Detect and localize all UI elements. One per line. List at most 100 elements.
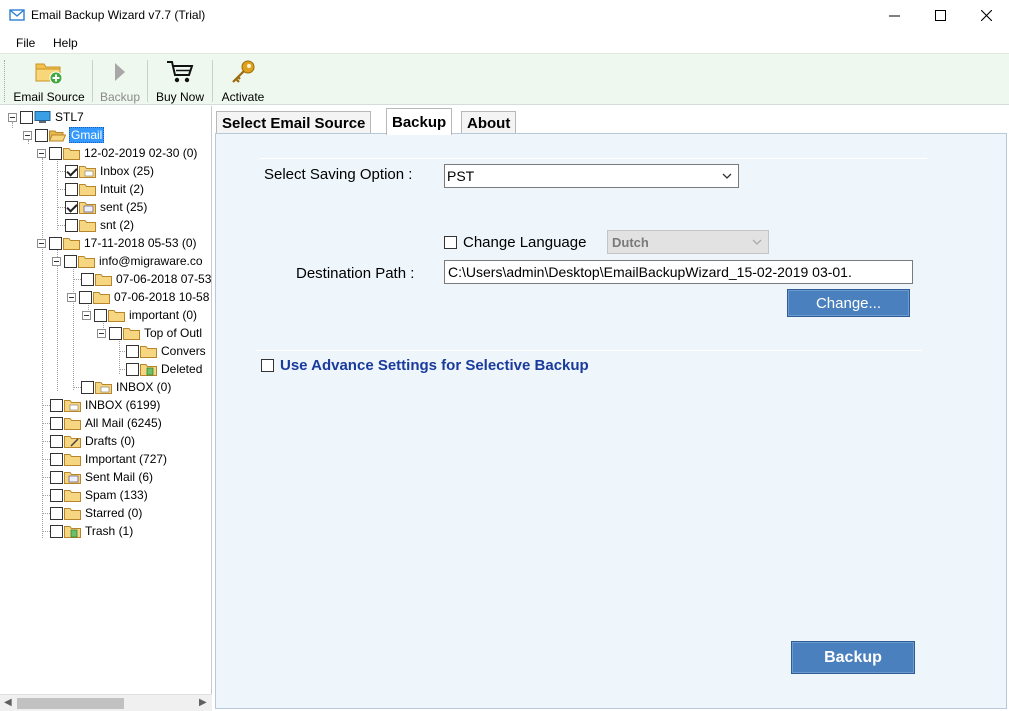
email-source-button[interactable]: Email Source bbox=[13, 58, 85, 104]
tree-node-inbox[interactable]: INBOX (0) bbox=[81, 378, 172, 396]
folder-icon bbox=[95, 273, 112, 286]
tree-node-folder[interactable]: 07-06-2018 07-53 bbox=[81, 270, 211, 288]
tree-node-gmail[interactable]: Gmail bbox=[23, 126, 105, 144]
maximize-button[interactable] bbox=[917, 0, 963, 31]
saving-option-select[interactable]: PST bbox=[444, 164, 739, 188]
tree-checkbox[interactable] bbox=[49, 236, 62, 250]
change-language-checkbox[interactable] bbox=[444, 236, 457, 249]
folder-icon bbox=[64, 507, 81, 520]
tree-checkbox[interactable] bbox=[81, 272, 94, 286]
tree-checkbox[interactable] bbox=[20, 110, 33, 124]
tree-node-account[interactable]: info@migraware.co bbox=[52, 252, 204, 270]
tree-checkbox[interactable] bbox=[109, 326, 122, 340]
scrollbar-thumb[interactable] bbox=[17, 698, 124, 709]
destination-path-input[interactable]: C:\Users\admin\Desktop\EmailBackupWizard… bbox=[444, 260, 913, 284]
tree-checkbox[interactable] bbox=[50, 488, 63, 502]
collapse-toggle[interactable] bbox=[82, 310, 91, 320]
tree-checkbox[interactable] bbox=[94, 308, 107, 322]
folder-icon bbox=[108, 309, 125, 322]
tree-node-inbox[interactable]: INBOX (6199) bbox=[50, 396, 161, 414]
tree-node-folder[interactable]: Intuit (2) bbox=[65, 180, 145, 198]
scroll-left-icon[interactable]: ◀ bbox=[4, 697, 12, 708]
tree-checkbox[interactable] bbox=[50, 506, 63, 520]
tree-checkbox[interactable] bbox=[50, 470, 63, 484]
tree-label: INBOX (0) bbox=[116, 380, 172, 394]
close-button[interactable] bbox=[963, 0, 1009, 31]
tree-node-folder[interactable]: All Mail (6245) bbox=[50, 414, 163, 432]
tree-node-folder[interactable]: Important (727) bbox=[50, 450, 168, 468]
tree-node-trash[interactable]: Trash (1) bbox=[50, 522, 134, 540]
tree-checkbox[interactable] bbox=[50, 416, 63, 430]
minimize-button[interactable] bbox=[871, 0, 917, 31]
tree-checkbox[interactable] bbox=[126, 344, 139, 358]
collapse-toggle[interactable] bbox=[52, 256, 61, 266]
tree-checkbox[interactable] bbox=[35, 128, 48, 142]
saving-option-label: Select Saving Option : bbox=[264, 166, 413, 183]
folder-icon bbox=[140, 345, 157, 358]
tree-checkbox[interactable] bbox=[65, 164, 78, 178]
buy-now-button[interactable]: Buy Now bbox=[153, 58, 207, 104]
collapse-toggle[interactable] bbox=[67, 292, 76, 302]
toolbar-grip bbox=[4, 60, 6, 102]
language-value: Dutch bbox=[612, 234, 649, 250]
tree-checkbox[interactable] bbox=[50, 434, 63, 448]
tree-checkbox[interactable] bbox=[126, 362, 139, 376]
menu-file[interactable]: File bbox=[16, 36, 35, 50]
change-path-button[interactable]: Change... bbox=[787, 289, 910, 317]
collapse-toggle[interactable] bbox=[23, 130, 32, 140]
tree-node-deleted[interactable]: Deleted bbox=[126, 360, 203, 378]
tree-node-folder[interactable]: Convers bbox=[126, 342, 207, 360]
tree-label: Top of Outl bbox=[144, 326, 203, 340]
tree-checkbox[interactable] bbox=[50, 524, 63, 538]
tree-checkbox[interactable] bbox=[65, 218, 78, 232]
tree-node-folder[interactable]: 12-02-2019 02-30 (0) bbox=[37, 144, 198, 162]
tree-checkbox[interactable] bbox=[65, 182, 78, 196]
chevron-down-icon bbox=[722, 173, 732, 179]
tree-label: INBOX (6199) bbox=[85, 398, 161, 412]
toolbar-separator bbox=[212, 60, 213, 102]
collapse-toggle[interactable] bbox=[97, 328, 106, 338]
tab-backup[interactable]: Backup bbox=[386, 108, 453, 135]
email-app-icon bbox=[9, 9, 25, 21]
inbox-folder-icon bbox=[95, 381, 112, 394]
tree-checkbox[interactable] bbox=[65, 200, 78, 214]
tree-node-folder[interactable]: snt (2) bbox=[65, 216, 135, 234]
tree-node-folder[interactable]: Spam (133) bbox=[50, 486, 149, 504]
tree-label: Drafts (0) bbox=[85, 434, 136, 448]
activate-button[interactable]: Activate bbox=[218, 58, 268, 104]
tree-node-folder[interactable]: 17-11-2018 05-53 (0) bbox=[37, 234, 198, 252]
tree-checkbox[interactable] bbox=[50, 452, 63, 466]
tree-node-stl7[interactable]: STL7 bbox=[8, 108, 85, 126]
tree-node-sent[interactable]: Sent Mail (6) bbox=[50, 468, 154, 486]
collapse-toggle[interactable] bbox=[8, 112, 17, 122]
tree-node-drafts[interactable]: Drafts (0) bbox=[50, 432, 136, 450]
folder-icon bbox=[64, 489, 81, 502]
tree-node-folder[interactable]: important (0) bbox=[82, 306, 198, 324]
tab-select-email-source[interactable]: Select Email Source bbox=[216, 111, 372, 135]
collapse-toggle[interactable] bbox=[37, 148, 46, 158]
tree-checkbox[interactable] bbox=[79, 290, 92, 304]
backup-toolbar-button[interactable]: Backup bbox=[98, 58, 142, 104]
menu-help[interactable]: Help bbox=[53, 36, 78, 50]
tree-label: Gmail bbox=[69, 127, 105, 143]
destination-path-value: C:\Users\admin\Desktop\EmailBackupWizard… bbox=[448, 264, 852, 280]
tree-horizontal-scrollbar[interactable]: ◀ ▶ bbox=[0, 694, 212, 711]
tree-node-folder[interactable]: 07-06-2018 10-58 bbox=[67, 288, 210, 306]
tree-checkbox[interactable] bbox=[64, 254, 77, 268]
folder-tree: STL7 Gmail 12-02-2019 02-30 (0) Inbox (2… bbox=[0, 106, 212, 711]
language-select[interactable]: Dutch bbox=[607, 230, 769, 254]
tree-checkbox[interactable] bbox=[50, 398, 63, 412]
drafts-folder-icon bbox=[64, 435, 81, 448]
tree-checkbox[interactable] bbox=[81, 380, 94, 394]
tree-checkbox[interactable] bbox=[49, 146, 62, 160]
backup-button[interactable]: Backup bbox=[791, 641, 915, 674]
tree-node-folder[interactable]: Starred (0) bbox=[50, 504, 143, 522]
collapse-toggle[interactable] bbox=[37, 238, 46, 248]
tree-node-folder[interactable]: Top of Outl bbox=[97, 324, 203, 342]
scroll-right-icon[interactable]: ▶ bbox=[199, 697, 207, 708]
tree-node-inbox[interactable]: Inbox (25) bbox=[65, 162, 155, 180]
tab-about[interactable]: About bbox=[461, 111, 517, 135]
advance-settings-checkbox[interactable] bbox=[261, 359, 274, 372]
tree-node-sent[interactable]: sent (25) bbox=[65, 198, 148, 216]
advance-settings-label[interactable]: Use Advance Settings for Selective Backu… bbox=[280, 357, 589, 374]
